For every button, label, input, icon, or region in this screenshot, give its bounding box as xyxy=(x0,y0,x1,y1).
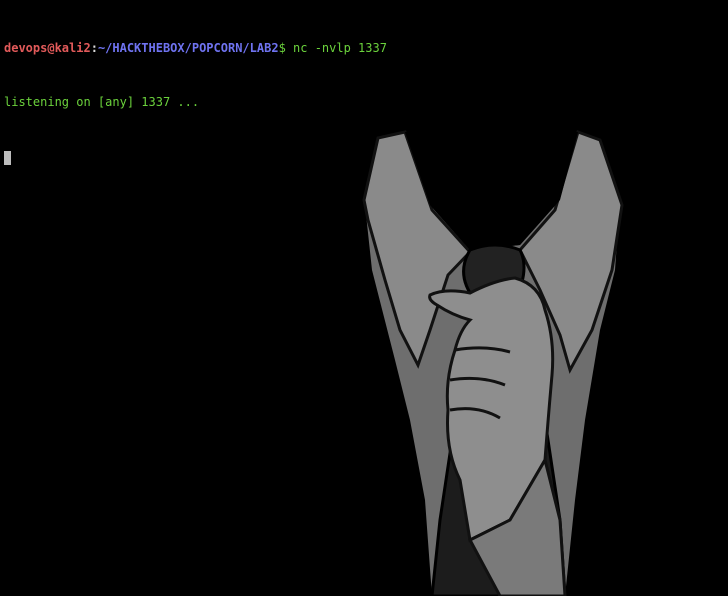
terminal-output: devops@kali2:~/HACKTHEBOX/POPCORN/LAB2$ … xyxy=(4,3,387,201)
terminal-window[interactable]: devops@kali2:~/HACKTHEBOX/POPCORN/LAB2$ … xyxy=(0,0,728,596)
prompt-separator: : xyxy=(90,41,98,55)
prompt-symbol: $ xyxy=(278,41,286,55)
prompt-line: devops@kali2:~/HACKTHEBOX/POPCORN/LAB2$ … xyxy=(4,39,387,57)
cursor-line[interactable] xyxy=(4,147,387,165)
prompt-user-host: devops@kali2 xyxy=(4,41,91,55)
prompt-path: ~/HACKTHEBOX/POPCORN/LAB2 xyxy=(97,41,279,55)
output-line: listening on [any] 1337 ... xyxy=(4,95,200,109)
command-text: nc -nvlp 1337 xyxy=(285,41,387,55)
text-cursor xyxy=(4,150,11,165)
